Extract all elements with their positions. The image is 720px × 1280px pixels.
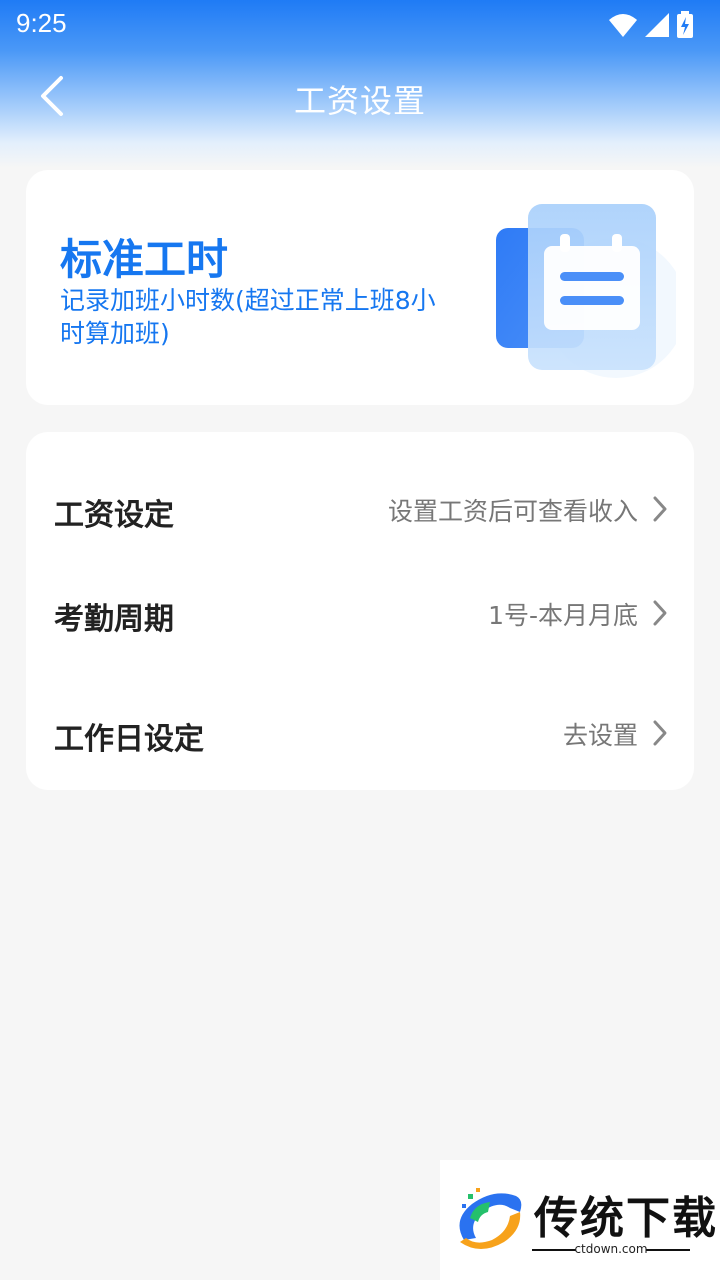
settings-list: 工资设定 设置工资后可查看收入 考勤周期 1号-本月月底 工作日设定 去设置 <box>26 432 694 790</box>
row-label: 工作日设定 <box>54 722 204 757</box>
chevron-right-icon <box>653 496 667 522</box>
clipboard-document-icon <box>496 204 676 378</box>
status-bar: 9:25 <box>0 0 720 50</box>
salary-setting-row[interactable]: 工资设定 设置工资后可查看收入 <box>26 478 694 538</box>
attendance-cycle-row[interactable]: 考勤周期 1号-本月月底 <box>26 582 694 642</box>
row-value: 1号-本月月底 <box>488 601 638 630</box>
banner-title: 标准工时 <box>60 235 229 284</box>
chevron-right-icon <box>653 600 667 626</box>
workday-setting-row[interactable]: 工作日设定 去设置 <box>26 702 694 762</box>
status-time: 9:25 <box>16 8 67 38</box>
row-value: 设置工资后可查看收入 <box>387 497 638 526</box>
status-icons <box>608 10 694 40</box>
page-title: 工资设置 <box>293 82 426 120</box>
watermark: 传统下载 ctdown.com <box>440 1160 720 1280</box>
wifi-icon <box>609 14 637 37</box>
signal-icon <box>645 13 669 37</box>
standard-hours-banner: 标准工时 记录加班小时数(超过正常上班8小时算加班) <box>26 170 694 405</box>
watermark-brand: 传统下载 <box>534 1193 718 1244</box>
chevron-right-icon <box>653 720 667 746</box>
watermark-site: ctdown.com <box>574 1242 648 1256</box>
brand-logo-icon <box>459 1188 522 1249</box>
battery-charging-icon <box>677 11 693 38</box>
row-label: 考勤周期 <box>54 602 174 637</box>
banner-description: 记录加班小时数(超过正常上班8小时算加班) <box>60 286 436 348</box>
navigation-bar: 工资设置 <box>0 60 720 132</box>
row-label: 工资设定 <box>54 498 174 533</box>
row-value: 去设置 <box>562 721 638 750</box>
